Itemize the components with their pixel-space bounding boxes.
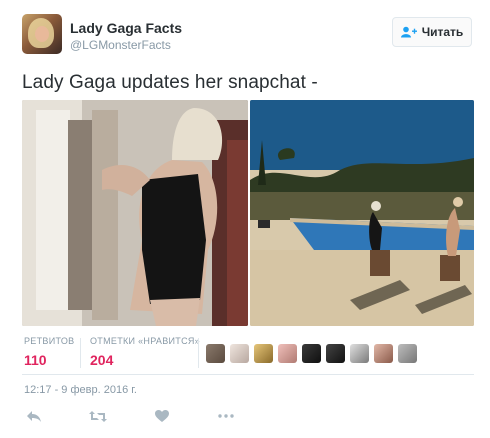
liker-avatar-fill	[350, 344, 369, 363]
liker-avatar-fill	[254, 344, 273, 363]
stat-separator-2	[198, 338, 199, 368]
liker-avatar-fill	[374, 344, 393, 363]
liker-avatar[interactable]	[206, 344, 225, 363]
liker-avatar-fill	[398, 344, 417, 363]
retweets-stat[interactable]: РЕТВИТОВ 110	[24, 336, 74, 368]
tweet-text: Lady Gaga updates her snapchat -	[22, 72, 318, 93]
liker-avatar-fill	[230, 344, 249, 363]
liker-avatar-fill	[302, 344, 321, 363]
liker-avatar[interactable]	[302, 344, 321, 363]
retweet-icon[interactable]	[88, 408, 108, 424]
reply-icon[interactable]	[24, 408, 44, 424]
stat-separator	[80, 338, 81, 368]
liker-avatar[interactable]	[278, 344, 297, 363]
liker-avatar[interactable]	[398, 344, 417, 363]
liker-avatar[interactable]	[326, 344, 345, 363]
liker-avatar[interactable]	[374, 344, 393, 363]
more-icon[interactable]	[216, 408, 236, 424]
tweet-photo-2[interactable]	[250, 100, 474, 326]
follow-icon	[400, 26, 417, 38]
liker-avatar-fill	[326, 344, 345, 363]
liker-avatar[interactable]	[254, 344, 273, 363]
liker-avatar[interactable]	[230, 344, 249, 363]
author-handle[interactable]: @LGMonsterFacts	[70, 38, 171, 52]
photo-2-scene	[250, 100, 474, 326]
liker-avatar-fill	[206, 344, 225, 363]
retweets-count: 110	[24, 352, 47, 368]
liker-avatar[interactable]	[350, 344, 369, 363]
likes-stat[interactable]: ОТМЕТКИ «НРАВИТСЯ» 204	[90, 336, 200, 368]
photo-1-scene	[22, 100, 248, 326]
avatar-face	[35, 26, 49, 42]
likes-label: ОТМЕТКИ «НРАВИТСЯ»	[90, 336, 200, 346]
likes-count: 204	[90, 352, 114, 368]
author-avatar[interactable]	[22, 14, 62, 54]
retweets-label: РЕТВИТОВ	[24, 336, 75, 346]
tweet-timestamp[interactable]: 12:17 - 9 февр. 2016 г.	[24, 384, 137, 396]
stats-divider	[22, 374, 474, 375]
follow-button-label: Читать	[421, 25, 464, 39]
liker-avatar-fill	[278, 344, 297, 363]
like-icon[interactable]	[152, 408, 172, 424]
author-name[interactable]: Lady Gaga Facts	[70, 20, 182, 36]
follow-button[interactable]: Читать	[392, 17, 472, 47]
tweet-photo-1[interactable]	[22, 100, 248, 326]
